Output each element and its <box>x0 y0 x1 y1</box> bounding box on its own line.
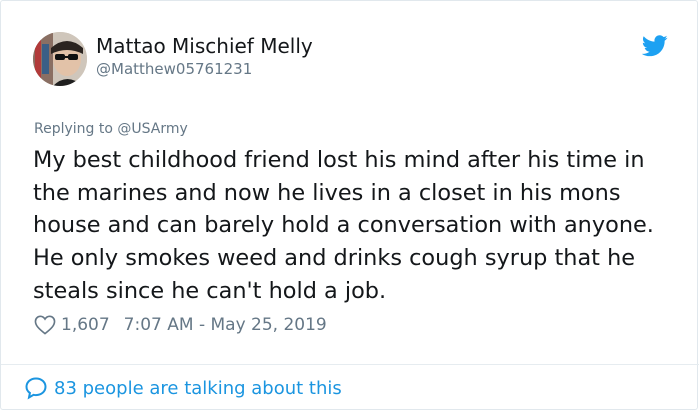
conversation-link[interactable]: 83 people are talking about this <box>24 375 342 401</box>
reply-mention-link[interactable]: @USArmy <box>117 121 187 137</box>
heart-icon[interactable] <box>34 315 56 335</box>
speech-bubble-icon <box>25 377 47 400</box>
twitter-bird-icon[interactable] <box>642 35 668 57</box>
avatar[interactable] <box>33 32 87 86</box>
replying-to: Replying to @USArmy <box>34 121 188 137</box>
tweet-card: Mattao Mischief Melly @Matthew05761231 R… <box>0 0 699 410</box>
conversation-text[interactable]: 83 people are talking about this <box>54 378 342 399</box>
replying-prefix: Replying to <box>34 121 113 137</box>
avatar-image <box>33 32 87 86</box>
author-handle[interactable]: @Matthew05761231 <box>96 60 252 78</box>
timestamp[interactable]: 7:07 AM - May 25, 2019 <box>124 315 327 335</box>
author-display-name[interactable]: Mattao Mischief Melly <box>96 34 313 58</box>
tweet-meta: 1,607 7:07 AM - May 25, 2019 <box>34 313 327 337</box>
divider <box>1 364 699 365</box>
like-count[interactable]: 1,607 <box>61 315 110 335</box>
tweet-text: My best childhood friend lost his mind a… <box>33 147 654 304</box>
